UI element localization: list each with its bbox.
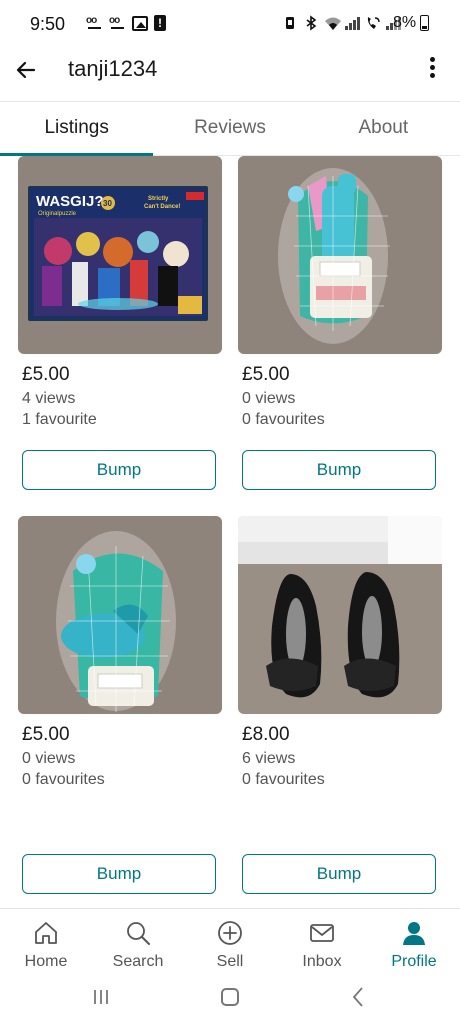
home-button-icon[interactable] [221,988,239,1006]
system-nav-bar [0,980,460,1024]
plus-circle-icon [218,921,242,945]
battery-percent: 8% [393,14,417,31]
nav-inbox[interactable]: Inbox [276,909,368,980]
signal-icon [345,16,360,30]
listing-card[interactable]: £5.00 0 views 0 favourites Bump [18,516,222,894]
tab-about[interactable]: About [307,102,460,155]
voicemail-icon [109,15,126,31]
back-icon[interactable] [350,986,366,1008]
profile-tabs: Listings Reviews About [0,102,460,156]
nav-label: Sell [216,953,244,970]
home-icon [35,922,57,944]
listing-card[interactable]: £8.00 6 views 0 favourites Bump [238,516,442,894]
status-bar: 9:50 8% [0,0,460,48]
listing-card[interactable]: WASGIJ? Originalpuzzle 30 Strictly Can't… [18,156,222,490]
listing-favourites: 1 favourite [22,411,97,428]
nav-label: Home [24,953,68,970]
listing-price: £5.00 [242,364,290,385]
bump-button[interactable]: Bump [242,854,436,894]
person-icon [403,922,425,945]
puzzle-number: 30 [103,199,112,208]
arrow-left-icon[interactable] [12,56,40,84]
listing-favourites: 0 favourites [242,771,325,788]
bluetooth-icon [303,15,319,31]
search-icon [127,922,150,945]
listing-views: 6 views [242,750,296,767]
page-title: tanji1234 [68,56,158,81]
tab-reviews[interactable]: Reviews [153,102,306,155]
nav-home[interactable]: Home [0,909,92,980]
puzzle-subtitle: Originalpuzzle [38,211,77,217]
bump-button[interactable]: Bump [22,854,216,894]
listing-photo-boat-toy[interactable] [18,516,222,714]
mail-icon [310,924,334,942]
listing-photo-sand-toys[interactable] [238,156,442,354]
listing-price: £8.00 [242,724,290,745]
nav-label: Search [112,953,164,970]
listing-price: £5.00 [22,724,70,745]
listing-photo-puzzle[interactable]: WASGIJ? Originalpuzzle 30 Strictly Can't… [18,156,222,354]
listing-views: 0 views [242,390,296,407]
wifi-calling-icon [365,15,381,31]
bottom-nav: Home Search Sell Inbox Profile [0,908,460,980]
listing-card[interactable]: £5.00 0 views 0 favourites Bump [238,156,442,490]
listing-photo-shoes[interactable] [238,516,442,714]
listing-price: £5.00 [22,364,70,385]
wifi-icon [324,15,341,31]
bump-button[interactable]: Bump [242,450,436,490]
puzzle-brand: WASGIJ? [36,193,104,210]
listing-views: 0 views [22,750,76,767]
puzzle-title-1: Strictly [148,196,169,202]
image-icon [132,15,148,31]
listing-favourites: 0 favourites [22,771,105,788]
bump-button[interactable]: Bump [22,450,216,490]
listing-views: 4 views [22,390,76,407]
puzzle-title-2: Can't Dance! [144,204,180,210]
listings-grid: WASGIJ? Originalpuzzle 30 Strictly Can't… [0,156,460,908]
nav-sell[interactable]: Sell [184,909,276,980]
nav-search[interactable]: Search [92,909,184,980]
notification-icons [86,15,166,31]
recents-icon[interactable] [92,988,110,1006]
voicemail-icon [86,15,103,31]
profile-header: tanji1234 [0,48,460,102]
tab-listings[interactable]: Listings [0,102,154,156]
alert-icon [154,15,166,31]
status-time: 9:50 [30,14,66,34]
battery-saver-icon [282,15,298,31]
system-icons [282,15,401,31]
nav-label: Profile [391,953,437,970]
nav-profile[interactable]: Profile [368,909,460,980]
nav-label: Inbox [302,953,342,970]
more-vertical-icon[interactable] [420,54,444,84]
listing-favourites: 0 favourites [242,411,325,428]
battery-icon [420,15,429,31]
